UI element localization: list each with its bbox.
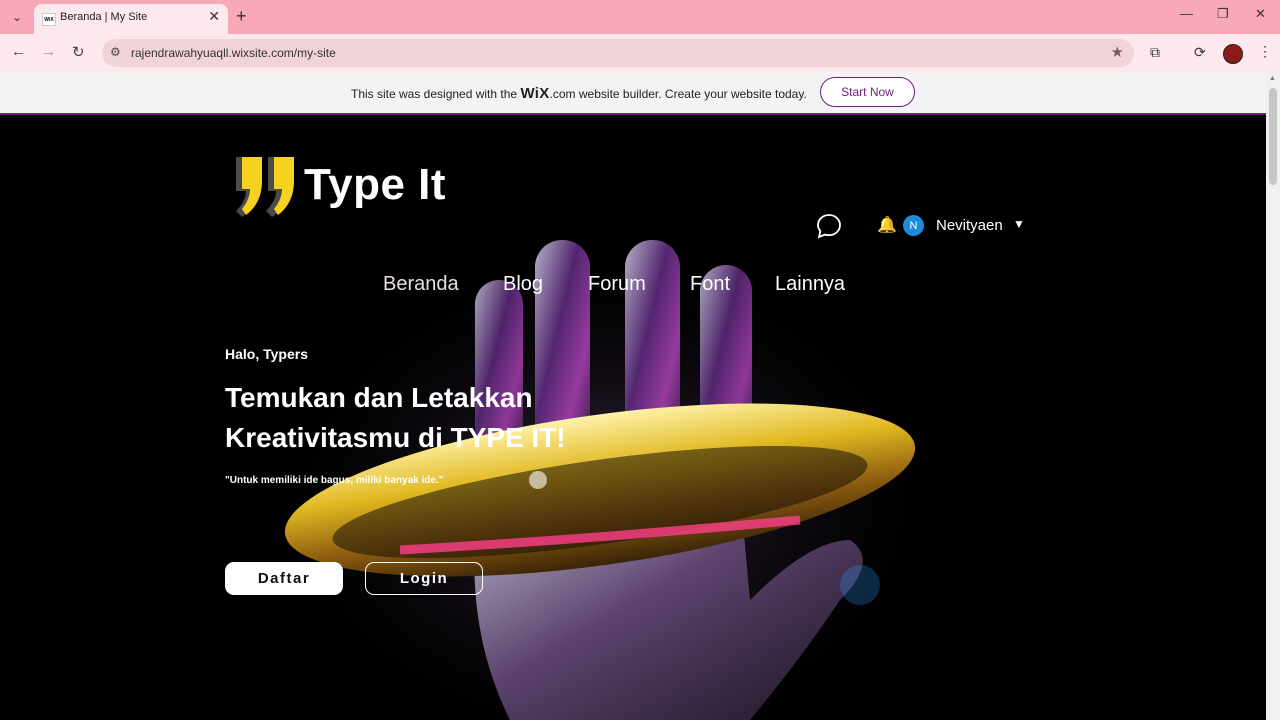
banner-text-start: This site was designed with the [351, 87, 518, 101]
performance-icon[interactable]: ⟳ [1194, 44, 1206, 61]
login-button[interactable]: Login [365, 562, 483, 595]
profile-avatar[interactable] [1223, 44, 1243, 64]
reload-icon[interactable]: ↻ [72, 43, 85, 61]
scroll-up-icon[interactable]: ▲ [1269, 75, 1276, 82]
quote-logo-icon [236, 157, 294, 217]
wix-promo-banner: This site was designed with the WiX.com … [0, 72, 1266, 115]
address-bar[interactable]: ⚙ rajendrawahyuaqll.wixsite.com/my-site … [102, 39, 1134, 67]
nav-beranda[interactable]: Beranda [383, 273, 459, 296]
nav-lainnya[interactable]: Lainnya [775, 273, 845, 296]
register-button[interactable]: Daftar [225, 562, 343, 595]
wix-banner-text: This site was designed with the WiX.com … [351, 85, 807, 102]
menu-icon[interactable]: ⋮ [1258, 43, 1272, 60]
wix-logo: WiX [520, 85, 550, 102]
start-now-button[interactable]: Start Now [820, 77, 915, 107]
site-info-icon[interactable]: ⚙ [110, 45, 121, 59]
restore-icon[interactable]: ❐ [1217, 6, 1229, 22]
new-tab-icon[interactable]: + [236, 6, 247, 26]
forward-icon[interactable]: → [41, 43, 56, 60]
headline-line-1: Temukan dan Letakkan [225, 382, 533, 413]
browser-tab-bar: ⌄ WiX Beranda | My Site ✕ + — ❐ ✕ [0, 0, 1280, 34]
site-logo-text[interactable]: Type It [304, 160, 446, 210]
hero-headline: Temukan dan Letakkan Kreativitasmu di TY… [225, 378, 645, 458]
bookmark-star-icon[interactable]: ★ [1111, 43, 1124, 61]
user-name[interactable]: Nevityaen [936, 217, 1003, 234]
minimize-icon[interactable]: — [1180, 6, 1193, 21]
close-window-icon[interactable]: ✕ [1255, 6, 1266, 22]
nav-font[interactable]: Font [690, 273, 730, 296]
scroll-thumb[interactable] [1269, 88, 1277, 185]
chevron-down-icon[interactable]: ▼ [1013, 217, 1025, 231]
headline-line-2: Kreativitasmu di TYPE IT! [225, 422, 566, 453]
browser-tab[interactable]: WiX Beranda | My Site ✕ [34, 4, 228, 34]
page-scrollbar[interactable]: ▲ [1266, 72, 1280, 720]
site-page: Type It 🔔 N Nevityaen ▼ Beranda Blog For… [0, 115, 1266, 720]
nav-blog[interactable]: Blog [503, 273, 543, 296]
greeting-text: Halo, Typers [225, 346, 308, 362]
close-tab-icon[interactable]: ✕ [208, 8, 220, 25]
hero-quote: "Untuk memiliki ide bagus, miliki banyak… [225, 475, 444, 486]
banner-text-end: .com website builder. Create your websit… [549, 87, 807, 101]
tab-title: Beranda | My Site [60, 11, 148, 23]
url-text[interactable]: rajendrawahyuaqll.wixsite.com/my-site [131, 46, 336, 60]
nav-forum[interactable]: Forum [588, 273, 646, 296]
chat-icon[interactable] [816, 213, 842, 239]
user-avatar[interactable]: N [903, 215, 924, 236]
back-icon[interactable]: ← [11, 43, 26, 60]
tab-search-icon[interactable]: ⌄ [6, 6, 28, 28]
extensions-icon[interactable]: ⧉ [1150, 44, 1160, 61]
browser-toolbar: ← → ↻ ⚙ rajendrawahyuaqll.wixsite.com/my… [0, 34, 1280, 72]
notification-bell-icon[interactable]: 🔔 [877, 215, 897, 235]
wix-favicon-icon: WiX [42, 13, 56, 26]
